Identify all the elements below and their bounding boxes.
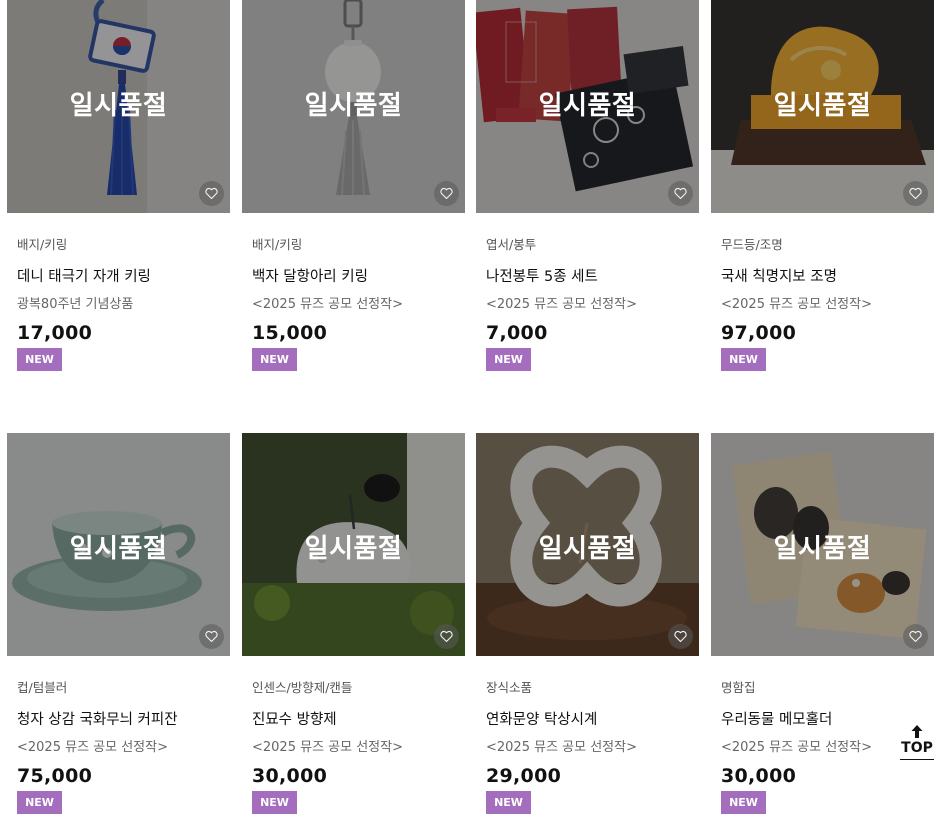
new-badge: NEW xyxy=(17,348,62,371)
product-name[interactable]: 청자 상감 국화무늬 커피잔 xyxy=(17,711,230,729)
soldout-label: 일시품절 xyxy=(773,534,872,564)
product-subtitle: <2025 뮤즈 공모 선정작> xyxy=(721,297,872,312)
product-category[interactable]: 배지/키링 xyxy=(17,237,230,253)
wishlist-button[interactable] xyxy=(668,181,693,206)
heart-outline-icon xyxy=(440,630,453,643)
product-price: 30,000 xyxy=(252,765,328,787)
product-subtitle: <2025 뮤즈 공모 선정작> xyxy=(486,740,637,755)
product-card[interactable]: 일시품절 배지/키링 백자 달항아리 키링 <2025 뮤즈 공모 선정작> 1… xyxy=(242,0,465,371)
heart-outline-icon xyxy=(909,187,922,200)
product-info: 장식소품 연화문양 탁상시계 <2025 뮤즈 공모 선정작> 29,000 N… xyxy=(476,680,699,814)
wishlist-button[interactable] xyxy=(903,181,928,206)
wishlist-button[interactable] xyxy=(903,624,928,649)
product-image[interactable]: 일시품절 xyxy=(476,0,699,213)
product-image[interactable]: 일시품절 xyxy=(7,433,230,656)
heart-outline-icon xyxy=(205,187,218,200)
wishlist-button[interactable] xyxy=(434,624,459,649)
product-name[interactable]: 나전봉투 5종 세트 xyxy=(486,268,699,286)
product-category[interactable]: 인센스/방향제/캔들 xyxy=(252,680,465,696)
product-price: 15,000 xyxy=(252,322,328,344)
wishlist-button[interactable] xyxy=(199,624,224,649)
soldout-label: 일시품절 xyxy=(69,91,168,121)
heart-outline-icon xyxy=(440,187,453,200)
product-subtitle: <2025 뮤즈 공모 선정작> xyxy=(17,740,168,755)
product-name[interactable]: 국새 칙명지보 조명 xyxy=(721,268,934,286)
product-price: 17,000 xyxy=(17,322,93,344)
product-subtitle: <2025 뮤즈 공모 선정작> xyxy=(486,297,637,312)
soldout-label: 일시품절 xyxy=(538,91,637,121)
arrow-up-icon xyxy=(911,725,923,738)
soldout-label: 일시품절 xyxy=(304,534,403,564)
product-subtitle: <2025 뮤즈 공모 선정작> xyxy=(252,297,403,312)
product-category[interactable]: 배지/키링 xyxy=(252,237,465,253)
new-badge: NEW xyxy=(721,791,766,814)
heart-outline-icon xyxy=(674,187,687,200)
new-badge: NEW xyxy=(17,791,62,814)
product-image[interactable]: 일시품절 xyxy=(711,433,934,656)
product-card[interactable]: 일시품절 배지/키링 데니 태극기 자개 키링 광복80주년 기념상품 17,0… xyxy=(7,0,230,371)
product-category[interactable]: 엽서/봉투 xyxy=(486,237,699,253)
product-category[interactable]: 장식소품 xyxy=(486,680,699,696)
product-image[interactable]: 일시품절 xyxy=(242,0,465,213)
product-price: 7,000 xyxy=(486,322,548,344)
product-info: 인센스/방향제/캔들 진묘수 방향제 <2025 뮤즈 공모 선정작> 30,0… xyxy=(242,680,465,814)
product-info: 배지/키링 백자 달항아리 키링 <2025 뮤즈 공모 선정작> 15,000… xyxy=(242,237,465,371)
new-badge: NEW xyxy=(252,348,297,371)
product-card[interactable]: 일시품절 장식소품 연화문양 탁상시계 <2025 뮤즈 공모 선정작> 29,… xyxy=(476,433,699,814)
product-card[interactable]: 일시품절 컵/텀블러 청자 상감 국화무늬 커피잔 <2025 뮤즈 공모 선정… xyxy=(7,433,230,814)
soldout-label: 일시품절 xyxy=(538,534,637,564)
wishlist-button[interactable] xyxy=(199,181,224,206)
new-badge: NEW xyxy=(486,348,531,371)
product-name[interactable]: 진묘수 방향제 xyxy=(252,711,465,729)
product-image[interactable]: 일시품절 xyxy=(242,433,465,656)
product-category[interactable]: 명함집 xyxy=(721,680,934,696)
product-category[interactable]: 컵/텀블러 xyxy=(17,680,230,696)
product-image[interactable]: 일시품절 xyxy=(7,0,230,213)
soldout-label: 일시품절 xyxy=(773,91,872,121)
product-category[interactable]: 무드등/조명 xyxy=(721,237,934,253)
product-price: 29,000 xyxy=(486,765,562,787)
product-image[interactable]: 일시품절 xyxy=(476,433,699,656)
product-card[interactable]: 일시품절 인센스/방향제/캔들 진묘수 방향제 <2025 뮤즈 공모 선정작>… xyxy=(242,433,465,814)
heart-outline-icon xyxy=(205,630,218,643)
product-price: 97,000 xyxy=(721,322,797,344)
new-badge: NEW xyxy=(252,791,297,814)
product-price: 30,000 xyxy=(721,765,797,787)
soldout-label: 일시품절 xyxy=(304,91,403,121)
new-badge: NEW xyxy=(721,348,766,371)
product-info: 배지/키링 데니 태극기 자개 키링 광복80주년 기념상품 17,000 NE… xyxy=(7,237,230,371)
heart-outline-icon xyxy=(674,630,687,643)
product-price: 75,000 xyxy=(17,765,93,787)
soldout-label: 일시품절 xyxy=(69,534,168,564)
product-card[interactable]: 일시품절 엽서/봉투 나전봉투 5종 세트 <2025 뮤즈 공모 선정작> 7… xyxy=(476,0,699,371)
scroll-top-button[interactable]: TOP xyxy=(900,724,934,766)
new-badge: NEW xyxy=(486,791,531,814)
wishlist-button[interactable] xyxy=(434,181,459,206)
product-subtitle: 광복80주년 기념상품 xyxy=(17,297,134,312)
product-name[interactable]: 연화문양 탁상시계 xyxy=(486,711,699,729)
product-name[interactable]: 데니 태극기 자개 키링 xyxy=(17,268,230,286)
product-name[interactable]: 백자 달항아리 키링 xyxy=(252,268,465,286)
product-card[interactable]: 일시품절 무드등/조명 국새 칙명지보 조명 <2025 뮤즈 공모 선정작> … xyxy=(711,0,934,371)
product-info: 무드등/조명 국새 칙명지보 조명 <2025 뮤즈 공모 선정작> 97,00… xyxy=(711,237,934,371)
heart-outline-icon xyxy=(909,630,922,643)
top-label: TOP xyxy=(901,740,933,756)
product-image[interactable]: 일시품절 xyxy=(711,0,934,213)
top-underline xyxy=(900,759,934,760)
product-info: 엽서/봉투 나전봉투 5종 세트 <2025 뮤즈 공모 선정작> 7,000 … xyxy=(476,237,699,371)
product-info: 컵/텀블러 청자 상감 국화무늬 커피잔 <2025 뮤즈 공모 선정작> 75… xyxy=(7,680,230,814)
product-subtitle: <2025 뮤즈 공모 선정작> xyxy=(252,740,403,755)
wishlist-button[interactable] xyxy=(668,624,693,649)
